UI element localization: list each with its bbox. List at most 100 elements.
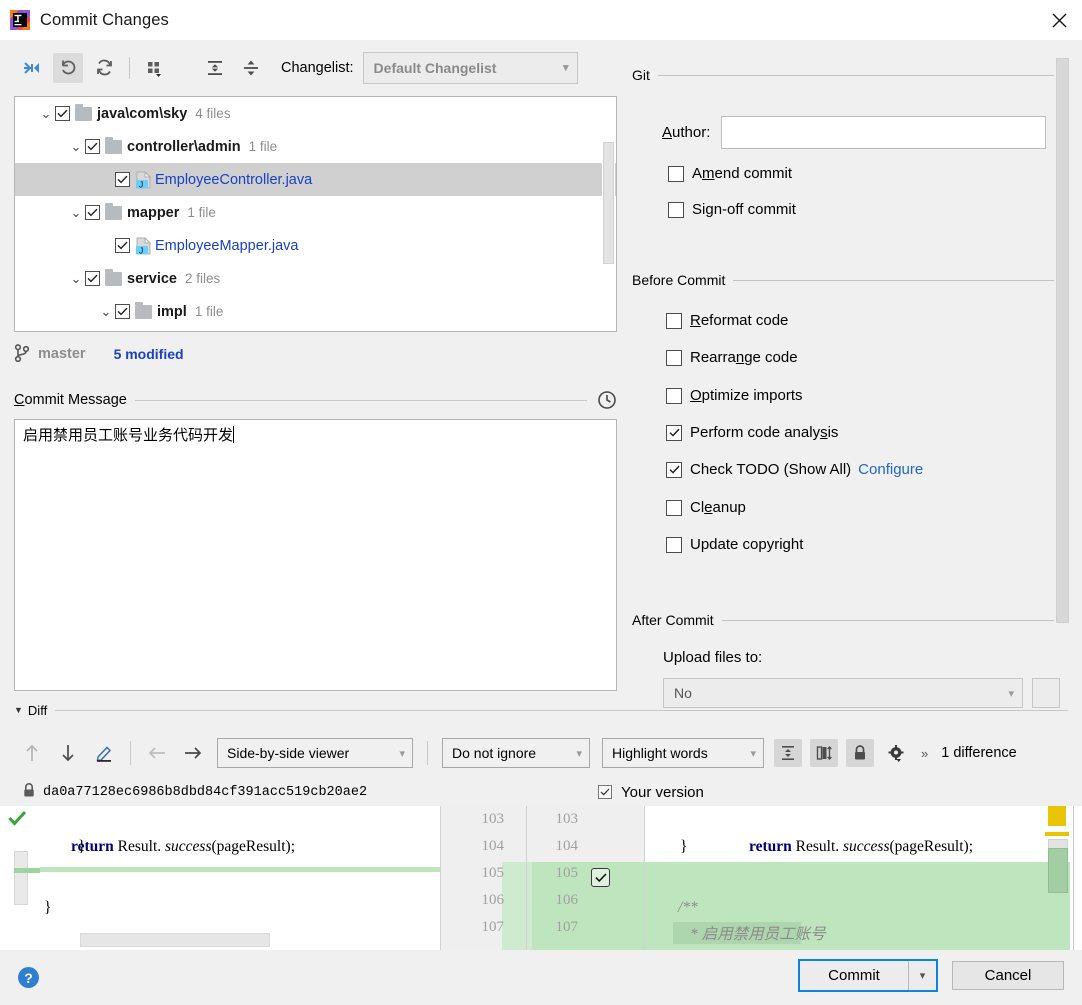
commit-changes-dialog: Commit Changes Changelist: Default Chang… <box>0 0 1082 1005</box>
update-copyright-checkbox[interactable]: Update copyright <box>666 536 803 553</box>
code-analysis-ok-icon <box>8 810 27 830</box>
close-icon[interactable] <box>1036 0 1082 40</box>
diff-left-horizontal-scrollbar[interactable] <box>80 933 270 947</box>
modified-count[interactable]: 5 modified <box>114 346 184 362</box>
next-difference-icon[interactable] <box>54 739 82 767</box>
diff-left-scrollbar-thumb[interactable] <box>14 851 28 905</box>
check-todo-checkbox[interactable]: Check TODO (Show All) Configure <box>666 461 923 478</box>
folder-name[interactable]: mapper <box>127 205 179 221</box>
chevron-down-icon[interactable]: ⌄ <box>97 303 115 321</box>
commit-button[interactable]: Commit <box>800 961 908 990</box>
cancel-button[interactable]: Cancel <box>952 961 1064 990</box>
changed-files-tree[interactable]: ⌄ java\com\sky 4 files ⌄ controller\admin 1 f… <box>14 96 617 332</box>
code-line: } <box>44 899 52 916</box>
folder-name[interactable]: service <box>127 271 177 287</box>
tree-row[interactable]: ⌄ java\com\sky 4 files <box>15 97 616 130</box>
error-stripe-marker <box>1045 832 1069 836</box>
diff-left-pane[interactable]: return Result. success(pageResult); } } <box>40 806 440 950</box>
scrollbar-thumb[interactable] <box>603 142 614 264</box>
file-checkbox[interactable] <box>85 205 100 220</box>
folder-name[interactable]: impl <box>157 304 187 320</box>
check-todo-label: Check TODO (Show All) <box>690 461 852 478</box>
options-panel-scrollbar[interactable] <box>1056 58 1069 623</box>
clock-history-icon[interactable] <box>597 390 617 410</box>
highlight-mode-dropdown[interactable]: Highlight words ▾ <box>602 738 764 768</box>
perform-code-analysis-checkbox[interactable]: Perform code analysis <box>666 424 838 441</box>
file-checkbox[interactable] <box>55 106 70 121</box>
chevron-down-icon[interactable]: ⌄ <box>37 105 55 123</box>
inserted-line-marker <box>40 867 440 872</box>
group-by-icon[interactable] <box>140 53 170 83</box>
diff-right-pane[interactable]: return Result. success(pageResult); } /*… <box>645 806 1040 950</box>
title-bar: Commit Changes <box>0 0 1082 40</box>
synchronize-scrolling-icon[interactable] <box>810 739 838 767</box>
chevron-down-icon[interactable]: ⌄ <box>67 270 85 288</box>
tree-row[interactable]: ⌄ controller\admin 1 file <box>15 130 616 163</box>
tree-row[interactable]: J EmployeeController.java <box>15 163 616 196</box>
your-version-label: Your version <box>621 783 704 801</box>
author-input[interactable] <box>721 116 1047 149</box>
tree-row[interactable]: ⌄ impl 1 file <box>15 295 616 328</box>
cleanup-checkbox[interactable]: Cleanup <box>666 499 746 516</box>
toolbar-separator <box>427 741 428 765</box>
chevron-down-icon[interactable]: ⌄ <box>67 204 85 222</box>
configure-todo-link[interactable]: Configure <box>858 461 923 478</box>
scrollbar-thumb[interactable] <box>1056 58 1069 623</box>
rearrange-code-checkbox[interactable]: Rearrange code <box>666 349 798 366</box>
expand-all-icon[interactable] <box>200 53 230 83</box>
help-icon[interactable]: ? <box>18 967 39 988</box>
collapse-unchanged-icon[interactable] <box>774 739 802 767</box>
file-checkbox[interactable] <box>85 271 100 286</box>
viewer-mode-value: Side-by-side viewer <box>227 745 350 761</box>
apply-right-icon[interactable] <box>179 739 207 767</box>
file-count: 1 file <box>248 139 278 154</box>
file-checkbox[interactable] <box>115 172 130 187</box>
java-file-icon: J <box>135 236 152 255</box>
accept-change-checkbox[interactable] <box>591 868 610 887</box>
diff-viewer[interactable]: return Result. success(pageResult); } } … <box>0 806 1082 950</box>
previous-difference-icon[interactable] <box>18 739 46 767</box>
folder-name[interactable]: controller\admin <box>127 139 241 155</box>
diff-section-header[interactable]: ▼ Diff <box>14 700 1068 720</box>
collapse-all-icon[interactable] <box>236 53 266 83</box>
sign-off-commit-checkbox[interactable]: Sign-off commit <box>668 201 796 218</box>
chevron-double-right-icon[interactable]: » <box>921 746 928 761</box>
author-row: Author: <box>662 116 1047 149</box>
diff-marker-strip[interactable] <box>1040 806 1082 950</box>
viewer-mode-dropdown[interactable]: Side-by-side viewer ▾ <box>217 738 413 768</box>
read-only-lock-icon[interactable] <box>846 739 874 767</box>
apply-left-icon[interactable] <box>143 739 171 767</box>
folder-icon <box>75 103 92 121</box>
help-glyph: ? <box>24 969 33 986</box>
commit-button-group[interactable]: Commit ▾ <box>798 959 938 992</box>
revert-icon[interactable] <box>53 52 83 83</box>
file-checkbox[interactable] <box>85 139 100 154</box>
file-checkbox[interactable] <box>115 304 130 319</box>
file-name[interactable]: EmployeeMapper.java <box>155 238 298 254</box>
tree-row[interactable]: J EmployeeMapper.java <box>15 229 616 262</box>
your-version-group[interactable]: Your version <box>598 784 704 801</box>
optimize-imports-checkbox[interactable]: Optimize imports <box>666 387 803 404</box>
ignore-mode-dropdown[interactable]: Do not ignore ▾ <box>442 738 590 768</box>
tree-row[interactable]: ⌄ mapper 1 file <box>15 196 616 229</box>
your-version-checkbox[interactable] <box>598 785 612 799</box>
tree-row[interactable]: ⌄ service 2 files <box>15 262 616 295</box>
amend-commit-checkbox[interactable]: Amend commit <box>668 165 792 182</box>
edit-source-icon[interactable] <box>90 739 118 767</box>
file-tree-scrollbar[interactable] <box>602 98 615 330</box>
settings-gear-icon[interactable] <box>882 739 910 767</box>
commit-dropdown-button[interactable]: ▾ <box>908 961 936 990</box>
folder-name[interactable]: java\com\sky <box>97 106 187 122</box>
triangle-down-icon[interactable]: ▼ <box>14 705 23 715</box>
refresh-icon[interactable] <box>89 53 119 83</box>
changelist-dropdown[interactable]: Default Changelist ▾ <box>362 51 578 84</box>
show-diff-icon[interactable] <box>17 53 47 83</box>
chevron-down-icon[interactable]: ⌄ <box>67 138 85 156</box>
file-checkbox[interactable] <box>115 238 130 253</box>
window-title: Commit Changes <box>40 10 169 29</box>
diff-right-scrollbar-thumb[interactable] <box>1048 848 1068 893</box>
diff-line-numbers: 103 104 105 106 107 103 104 105 106 107 <box>440 806 645 950</box>
reformat-code-checkbox[interactable]: Reformat code <box>666 312 788 329</box>
file-name[interactable]: EmployeeController.java <box>155 172 312 188</box>
commit-message-input[interactable]: 启用禁用员工账号业务代码开发 <box>14 419 617 691</box>
